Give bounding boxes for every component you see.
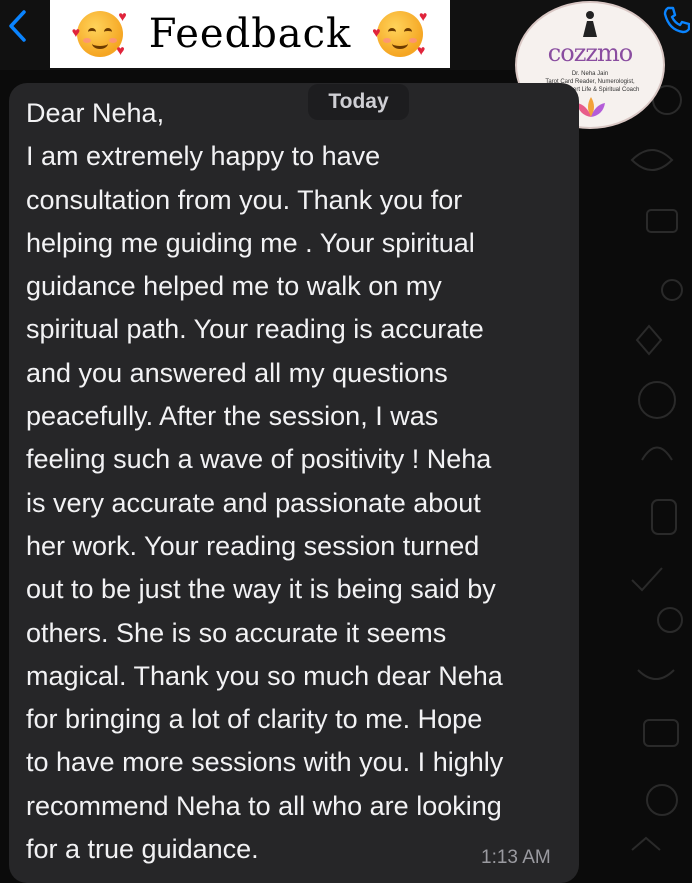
message-line: others. She is so accurate it seems [26,617,447,648]
message-line: out to be just the way it is being said … [26,574,496,605]
message-line: to have more sessions with you. I highly [26,747,504,778]
phone-icon[interactable] [660,4,690,34]
banner-title: Feedback [148,11,352,57]
message-line: for bringing a lot of clarity to me. Hop… [26,704,483,735]
chevron-left-icon[interactable] [4,6,32,46]
message-line: magical. Thank you so much dear Neha [26,660,503,691]
lotus-icon [577,97,605,117]
message-line: is very accurate and passionate about [26,487,481,518]
smiling-face-with-hearts-icon: ♥ ♥ ♥ [372,8,428,58]
message-line: spiritual path. Your reading is accurate [26,314,484,345]
message-line: and you answered all my questions [26,357,448,388]
logo-name: cozzmo [547,39,633,67]
message-line: recommend Neha to all who are looking [26,790,502,821]
message-line: I am extremely happy to have [26,141,381,172]
message-line: her work. Your reading session turned [26,530,480,561]
message-line: guidance helped me to walk on my [26,271,442,302]
message-line: Dear Neha, [26,98,165,128]
message-line: consultation from you. Thank you for [26,184,463,215]
feedback-banner: ♥ ♥ ♥ Feedback ♥ ♥ ♥ [50,0,450,68]
message-line: feeling such a wave of positivity ! Neha [26,444,492,475]
figure-icon [583,11,597,37]
message-line: peacefully. After the session, I was [26,401,439,432]
message-text: Dear Neha, I am extremely happy to have … [26,92,571,871]
smiling-face-with-hearts-icon: ♥ ♥ ♥ [71,8,127,58]
wallpaper-doodles [630,85,683,851]
message-line: helping me guiding me . Your spiritual [26,227,475,258]
